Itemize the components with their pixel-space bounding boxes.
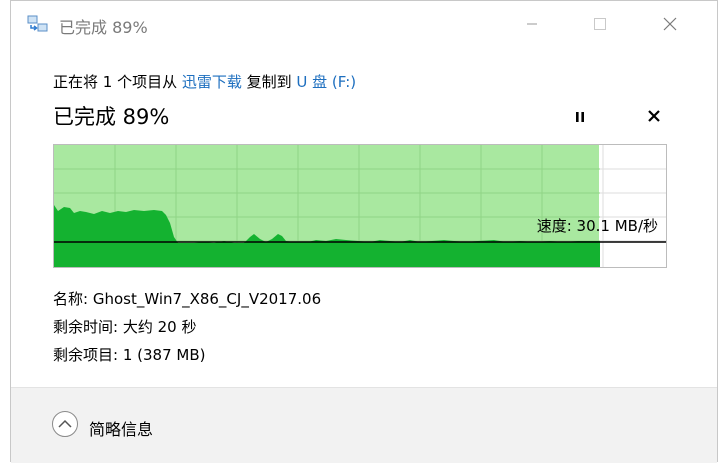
- copy-dialog: 已完成 89% 正在将 1 个项目从 迅雷下载 复制到 U 盘 (F:) 已完成…: [10, 0, 718, 463]
- items-remaining-row: 剩余项目: 1 (387 MB): [53, 344, 206, 365]
- pause-icon: [576, 112, 584, 122]
- cancel-button[interactable]: [646, 108, 662, 124]
- less-details-toggle[interactable]: [51, 410, 79, 438]
- title-bar[interactable]: 已完成 89%: [11, 1, 717, 47]
- less-details-label[interactable]: 简略信息: [89, 416, 153, 440]
- copy-arrow-icon: [27, 15, 49, 33]
- speed-graph-canvas: [54, 145, 666, 267]
- time-remaining-value: 大约 20 秒: [122, 318, 197, 336]
- chevron-up-icon: [52, 411, 78, 437]
- close-icon: [663, 17, 677, 31]
- speed-label: 速度: 30.1 MB/秒: [536, 217, 658, 235]
- minimize-icon: [527, 23, 537, 25]
- window-title: 已完成 89%: [59, 18, 148, 37]
- copy-middle: 复制到: [241, 73, 297, 91]
- minimize-button[interactable]: [509, 1, 555, 47]
- dialog-footer: 简略信息: [11, 387, 717, 463]
- file-name-value: Ghost_Win7_X86_CJ_V2017.06: [92, 290, 322, 308]
- file-name-row: 名称: Ghost_Win7_X86_CJ_V2017.06: [53, 288, 321, 309]
- maximize-button[interactable]: [577, 1, 623, 47]
- pause-button[interactable]: [572, 109, 588, 125]
- items-remaining-value: 1 (387 MB): [122, 346, 206, 364]
- graph-grid-empty: [600, 145, 666, 267]
- time-remaining-row: 剩余时间: 大约 20 秒: [53, 316, 196, 337]
- window-close-button[interactable]: [647, 1, 693, 47]
- transfer-speed-graph: 速度: 30.1 MB/秒: [53, 144, 667, 268]
- destination-link[interactable]: U 盘 (F:): [296, 73, 356, 91]
- cancel-icon: [648, 110, 660, 122]
- items-remaining-label: 剩余项目:: [53, 346, 119, 364]
- file-name-label: 名称:: [53, 290, 89, 308]
- maximize-icon: [594, 18, 606, 30]
- progress-headline: 已完成 89%: [53, 105, 170, 129]
- copy-description: 正在将 1 个项目从 迅雷下载 复制到 U 盘 (F:): [53, 71, 356, 92]
- copy-prefix: 正在将 1 个项目从: [53, 73, 182, 91]
- time-remaining-label: 剩余时间:: [53, 318, 119, 336]
- source-link[interactable]: 迅雷下载: [182, 73, 242, 91]
